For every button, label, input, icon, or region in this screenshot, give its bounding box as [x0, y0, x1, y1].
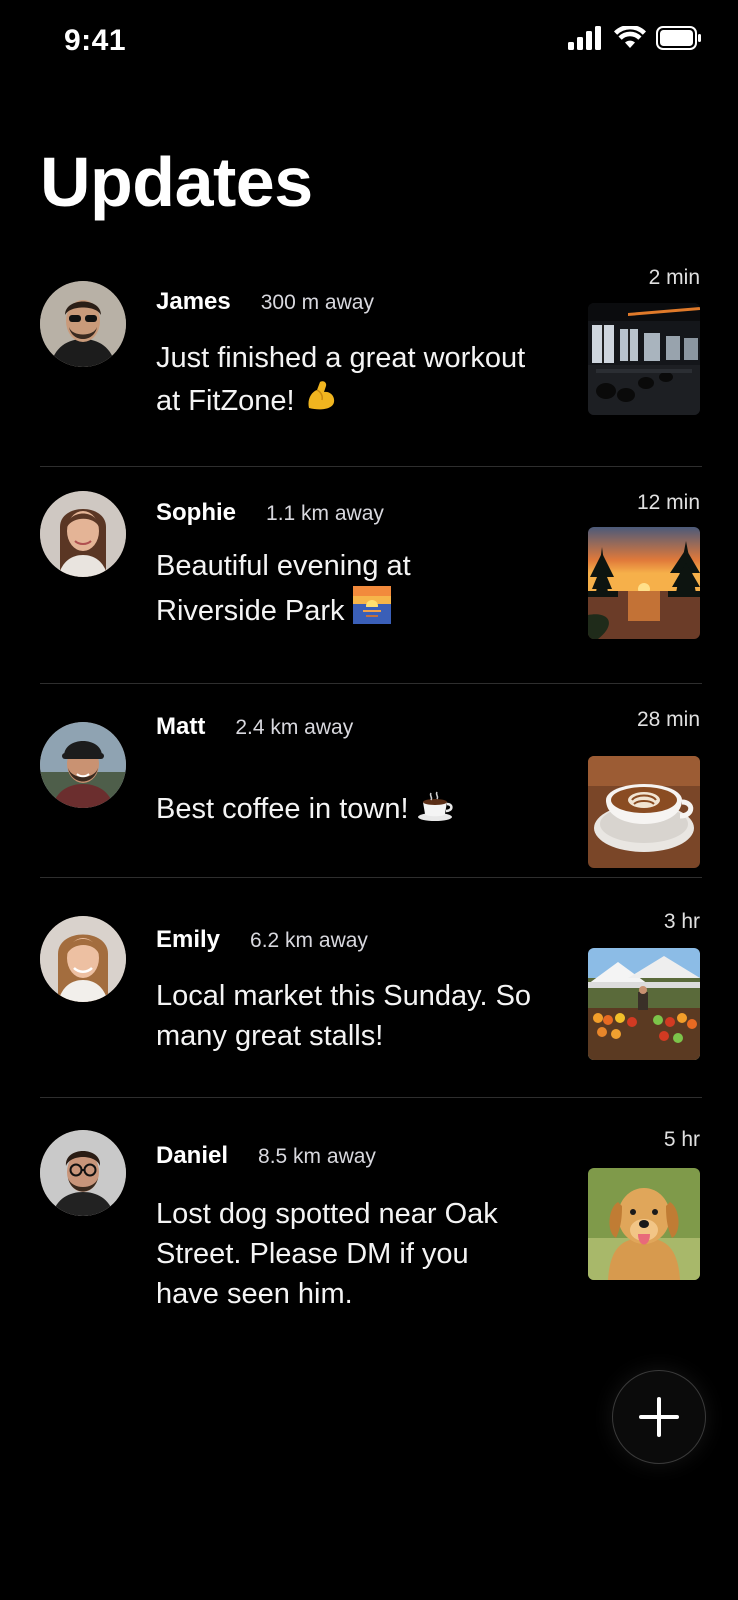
- author-name[interactable]: James: [156, 288, 231, 316]
- post-text-content: Best coffee in town!: [156, 793, 409, 825]
- post-item[interactable]: Emily 6.2 km away Local market this Sund…: [40, 878, 702, 1098]
- post-header: Matt 2.4 km away: [156, 713, 353, 741]
- post-image[interactable]: [588, 303, 700, 415]
- post-time: 5 hr: [663, 1128, 700, 1151]
- post-header: Daniel 8.5 km away: [156, 1142, 376, 1170]
- post-text-content: Lost dog spotted near Oak Street. Please…: [156, 1198, 498, 1310]
- distance-label: 2.4 km away: [235, 716, 354, 739]
- post-time: 28 min: [636, 708, 700, 731]
- post-image[interactable]: [588, 527, 700, 639]
- avatar[interactable]: [40, 281, 126, 367]
- post-text-content: Just finished a great workout at FitZone…: [156, 342, 526, 417]
- post-item[interactable]: Daniel 8.5 km away Lost dog spotted near…: [40, 1098, 702, 1338]
- author-name[interactable]: Emily: [156, 926, 220, 954]
- distance-label: 1.1 km away: [266, 502, 384, 525]
- post-time: 2 min: [648, 266, 700, 289]
- post-time: 3 hr: [663, 910, 700, 933]
- wifi-icon: [614, 26, 646, 48]
- post-time: 12 min: [636, 491, 700, 514]
- golden-retriever-image: [588, 1168, 700, 1280]
- gym-interior-image: [588, 303, 700, 415]
- post-header: James 300 m away: [156, 288, 374, 316]
- sunset-lake-image: [588, 527, 700, 639]
- status-time: 9:41: [64, 24, 127, 57]
- author-name[interactable]: Sophie: [156, 499, 236, 527]
- distance-label: 8.5 km away: [258, 1145, 376, 1168]
- sunset-icon: [352, 586, 391, 624]
- post-item[interactable]: Matt 2.4 km away Best coffee in town! 28…: [40, 684, 702, 878]
- post-item[interactable]: James 300 m away Just finished a great w…: [40, 258, 702, 467]
- post-text: Beautiful evening at Riverside Park: [156, 546, 536, 631]
- post-text: Lost dog spotted near Oak Street. Please…: [156, 1194, 506, 1314]
- post-image[interactable]: [588, 756, 700, 868]
- post-header: Sophie 1.1 km away: [156, 499, 384, 527]
- latte-art-image: [588, 756, 700, 868]
- avatar[interactable]: [40, 491, 126, 577]
- distance-label: 300 m away: [260, 291, 374, 314]
- battery-icon: [656, 26, 701, 50]
- post-item[interactable]: Sophie 1.1 km away Beautiful evening at …: [40, 467, 702, 684]
- flexed-biceps-icon: [308, 381, 334, 410]
- avatar[interactable]: [40, 722, 126, 808]
- post-text: Best coffee in town!: [156, 789, 536, 829]
- post-text: Local market this Sunday. So many great …: [156, 976, 556, 1056]
- post-text-content: Local market this Sunday. So many great …: [156, 980, 532, 1052]
- market-stalls-image: [588, 948, 700, 1060]
- author-name[interactable]: Daniel: [156, 1142, 228, 1170]
- hot-beverage-icon: [417, 791, 453, 821]
- plus-icon: [639, 1397, 679, 1437]
- status-bar: 9:41: [0, 0, 738, 86]
- page-title: Updates: [40, 143, 313, 221]
- post-image[interactable]: [588, 1168, 700, 1280]
- new-update-button[interactable]: [612, 1370, 706, 1464]
- distance-label: 6.2 km away: [250, 929, 368, 952]
- post-header: Emily 6.2 km away: [156, 926, 368, 954]
- avatar[interactable]: [40, 1130, 126, 1216]
- avatar[interactable]: [40, 916, 126, 1002]
- post-image[interactable]: [588, 948, 700, 1060]
- updates-screen: 9:41 Updates James 300 m away Just finis…: [0, 0, 738, 1600]
- author-name[interactable]: Matt: [156, 713, 205, 741]
- post-text: Just finished a great workout at FitZone…: [156, 338, 536, 421]
- cellular-signal-icon: [568, 26, 601, 50]
- updates-feed: James 300 m away Just finished a great w…: [40, 258, 702, 1338]
- status-icons: [568, 26, 702, 50]
